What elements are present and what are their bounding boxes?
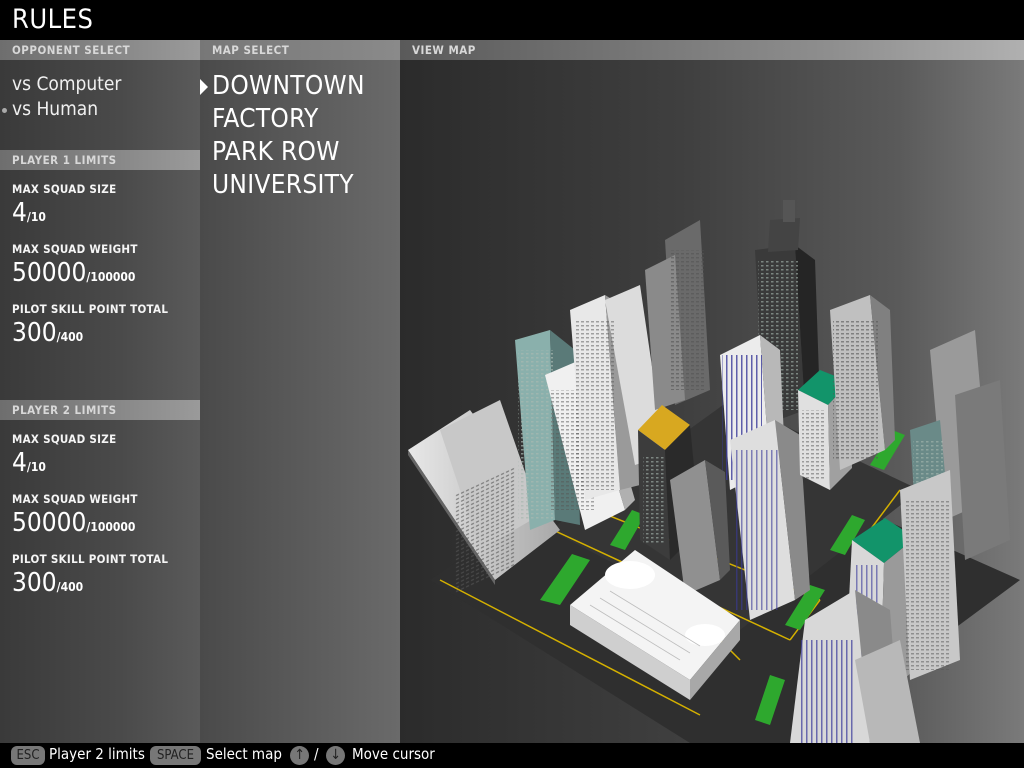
p1-skill-current: 300 bbox=[12, 318, 57, 348]
p2-skill-label: PILOT SKILL POINT TOTAL bbox=[12, 552, 169, 566]
map-option-park-row[interactable]: PARK ROW bbox=[212, 137, 340, 167]
p1-squad-size-current: 4 bbox=[12, 198, 27, 228]
esc-key-button[interactable]: ESC bbox=[11, 746, 45, 765]
cursor-arrow-icon bbox=[200, 79, 208, 95]
p1-squad-size-max: /10 bbox=[26, 210, 46, 224]
p1-squad-weight-label: MAX SQUAD WEIGHT bbox=[12, 242, 138, 256]
selection-dot-icon bbox=[2, 108, 7, 113]
map-option-downtown[interactable]: DOWNTOWN bbox=[212, 71, 365, 101]
arrows-hint-label: Move cursor bbox=[352, 745, 435, 763]
space-hint-label: Select map bbox=[206, 745, 282, 763]
map-option-university[interactable]: UNIVERSITY bbox=[212, 170, 354, 200]
opponent-option-human[interactable]: vs Human bbox=[12, 98, 98, 120]
p1-squad-weight-current: 50000 bbox=[12, 258, 87, 288]
up-arrow-icon[interactable]: ↑ bbox=[290, 746, 309, 765]
title-bar: RULES bbox=[0, 0, 1024, 40]
p1-squad-size-value[interactable]: 4/10 bbox=[12, 198, 46, 228]
opponent-select-header: OPPONENT SELECT bbox=[0, 40, 200, 60]
view-map-header: VIEW MAP bbox=[400, 40, 1024, 60]
p1-squad-weight-value[interactable]: 50000/100000 bbox=[12, 258, 135, 288]
city-map-preview bbox=[408, 200, 1020, 743]
controls-hint-bar: ESC Player 2 limits SPACE Select map ↑ /… bbox=[0, 743, 1024, 768]
down-arrow-icon[interactable]: ↓ bbox=[326, 746, 345, 765]
player1-limits-header: PLAYER 1 LIMITS bbox=[0, 150, 200, 170]
p2-squad-size-value[interactable]: 4/10 bbox=[12, 448, 46, 478]
map-select-header: MAP SELECT bbox=[200, 40, 400, 60]
map-select-panel: MAP SELECT DOWNTOWN FACTORY PARK ROW UNI… bbox=[200, 40, 400, 743]
p2-squad-size-max: /10 bbox=[26, 460, 46, 474]
view-map-panel: VIEW MAP bbox=[400, 40, 1024, 743]
building-back-gray bbox=[645, 220, 710, 410]
p2-skill-current: 300 bbox=[12, 568, 57, 598]
left-panel: OPPONENT SELECT vs Computer vs Human PLA… bbox=[0, 40, 200, 743]
p2-skill-value[interactable]: 300/400 bbox=[12, 568, 83, 598]
p2-squad-size-current: 4 bbox=[12, 448, 27, 478]
esc-hint-label: Player 2 limits bbox=[49, 745, 145, 763]
arrow-separator: / bbox=[314, 745, 319, 763]
p2-skill-max: /400 bbox=[56, 580, 84, 594]
p1-skill-value[interactable]: 300/400 bbox=[12, 318, 83, 348]
p1-skill-label: PILOT SKILL POINT TOTAL bbox=[12, 302, 169, 316]
map-option-factory[interactable]: FACTORY bbox=[212, 104, 319, 134]
p2-squad-weight-value[interactable]: 50000/100000 bbox=[12, 508, 135, 538]
p1-squad-size-label: MAX SQUAD SIZE bbox=[12, 182, 117, 196]
space-key-button[interactable]: SPACE bbox=[150, 746, 201, 765]
p2-squad-weight-max: /100000 bbox=[86, 520, 136, 534]
opponent-option-computer[interactable]: vs Computer bbox=[12, 73, 121, 95]
p2-squad-weight-current: 50000 bbox=[12, 508, 87, 538]
page-title: RULES bbox=[12, 4, 94, 35]
p1-squad-weight-max: /100000 bbox=[86, 270, 136, 284]
player2-limits-header: PLAYER 2 LIMITS bbox=[0, 400, 200, 420]
building-center-tower bbox=[730, 420, 810, 620]
p2-squad-weight-label: MAX SQUAD WEIGHT bbox=[12, 492, 138, 506]
p2-squad-size-label: MAX SQUAD SIZE bbox=[12, 432, 117, 446]
p1-skill-max: /400 bbox=[56, 330, 84, 344]
